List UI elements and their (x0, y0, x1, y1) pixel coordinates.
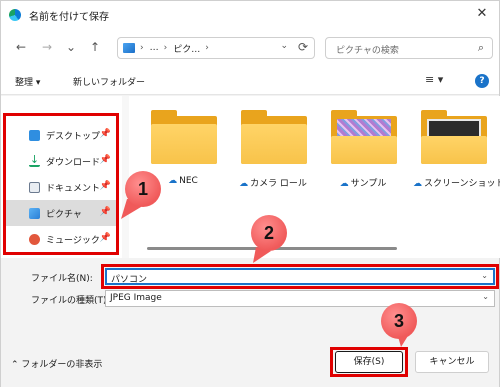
annotation-badge: 1 (125, 171, 161, 207)
annotation-pointers (121, 199, 411, 347)
annotation-badge: 3 (381, 303, 417, 339)
save-as-dialog: 名前を付けて保存 ✕ ← → ⌄ ↑ › … › ピク… › ⌄ ⟳ ピクチャの… (0, 0, 500, 387)
annotation-badge: 2 (251, 215, 287, 251)
